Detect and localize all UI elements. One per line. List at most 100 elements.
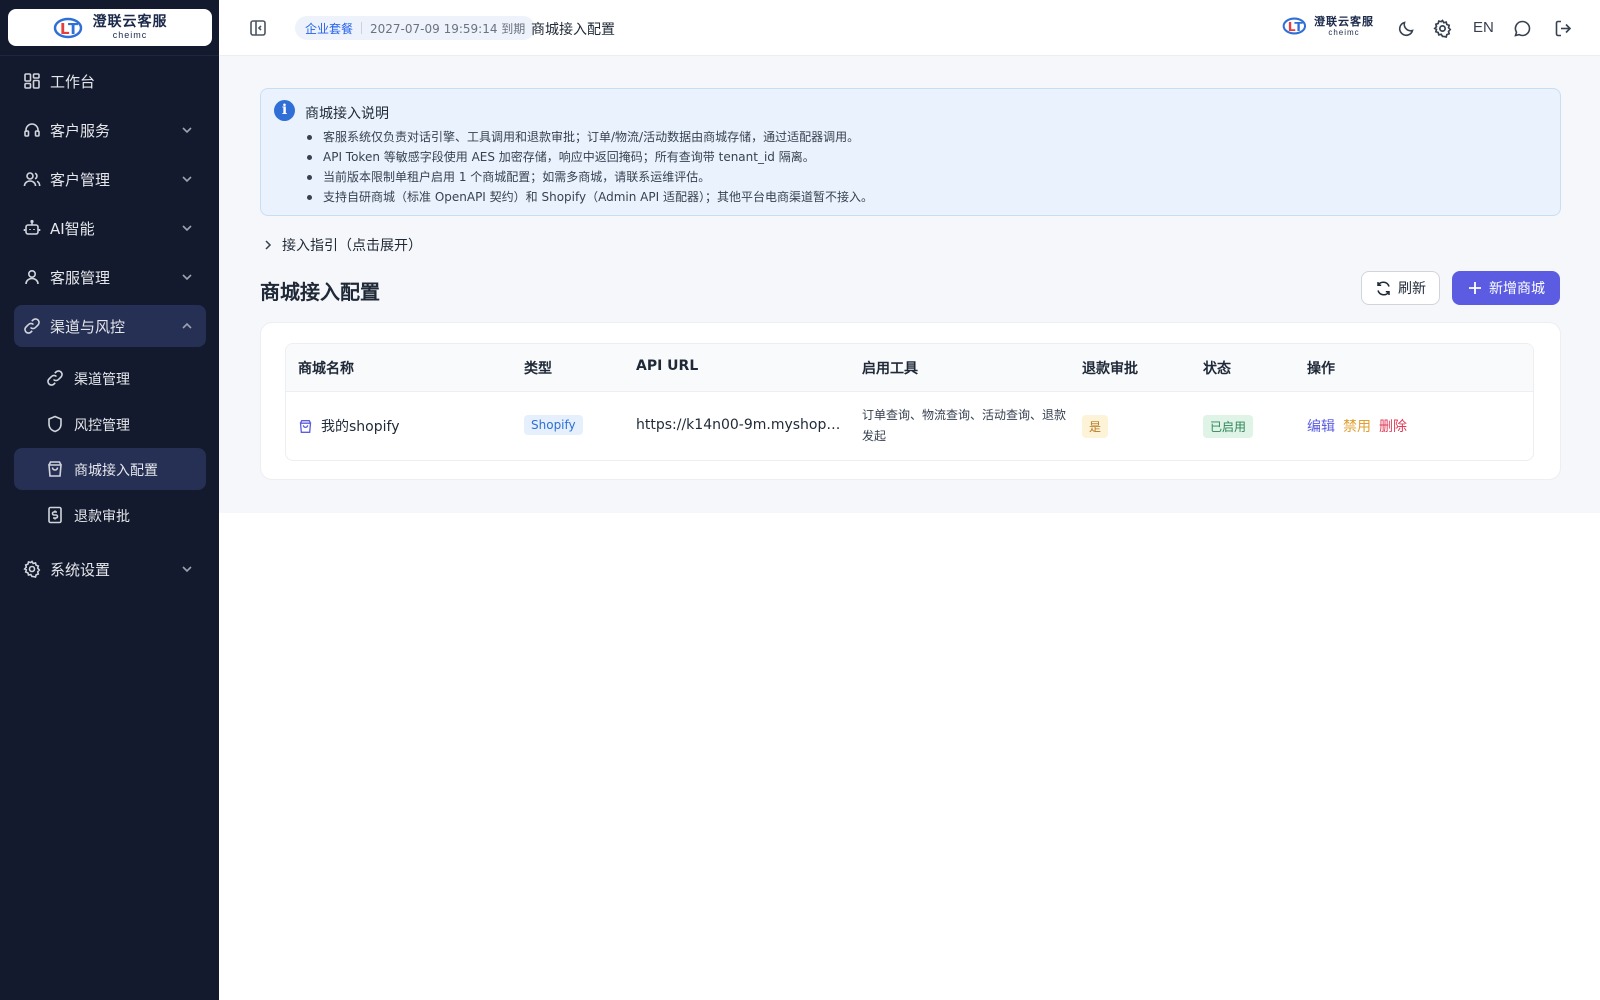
refresh-label: 刷新 [1398,281,1426,297]
alert-item: 支持自研商城（标准 OpenAPI 契约）和 Shopify（Admin API… [307,187,873,207]
sidebar-collapse-icon[interactable] [249,19,267,37]
gear-icon[interactable] [1433,19,1452,38]
alert-list: 客服系统仅负责对话引擎、工具调用和退款审批；订单/物流/活动数据由商城存储，通过… [307,127,873,207]
sidebar-item-label: 工作台 [50,73,96,91]
chevron-down-icon [182,566,192,573]
api-url: https://k14n00-9m.myshopify.com [636,417,841,433]
plan-divider [361,22,363,34]
table-row: 我的shopify Shopify https://k14n00-9m.mysh… [286,392,1533,460]
alert-item: 客服系统仅负责对话引擎、工具调用和退款审批；订单/物流/活动数据由商城存储，通过… [307,127,873,147]
alert-title: 商城接入说明 [305,106,389,122]
chevron-down-icon [182,176,192,183]
breadcrumb: 商城接入配置 [531,22,615,38]
gear-icon [23,560,41,578]
svg-text:T: T [1294,20,1303,34]
moon-icon[interactable] [1397,19,1416,38]
column-header: 状态 [1203,361,1231,377]
sidebar-item-customer-management[interactable]: 客户管理 [14,158,206,200]
plus-icon [1469,282,1481,294]
sidebar-divider [0,55,219,56]
refresh-button[interactable]: 刷新 [1361,271,1440,305]
sidebar-subitem-risk[interactable]: 风控管理 [14,403,206,445]
brand-mark-icon: L T [1282,17,1307,35]
sidebar-item-label: 渠道与风控 [50,318,126,336]
delete-link[interactable]: 删除 [1379,416,1407,436]
mall-table: 商城名称 类型 API URL 启用工具 退款审批 状态 操作 我的shopif… [285,343,1534,461]
shield-icon [48,415,62,433]
sidebar-subitem-mall-config[interactable]: 商城接入配置 [14,448,206,490]
svg-text:T: T [68,20,79,38]
sidebar-item-agent-management[interactable]: 客服管理 [14,256,206,298]
header-brand-logo: L T 澄联云客服 cheimc [1282,15,1374,37]
brand-name: 澄联云客服 [1314,14,1374,28]
sidebar-item-ai[interactable]: AI智能 [14,207,206,249]
sidebar-item-settings[interactable]: 系统设置 [14,548,206,590]
chat-bubble-icon[interactable] [1513,19,1532,38]
page-title: 商城接入配置 [260,280,380,304]
info-alert: i 商城接入说明 客服系统仅负责对话引擎、工具调用和退款审批；订单/物流/活动数… [260,88,1561,216]
chevron-down-icon [182,127,192,134]
table-header: 商城名称 类型 API URL 启用工具 退款审批 状态 操作 [286,344,1533,392]
chevron-down-icon [182,274,192,281]
brand-name-en: cheimc [112,30,148,40]
refund-approval-tag: 是 [1082,415,1109,438]
sidebar-subitem-label: 退款审批 [74,509,130,525]
alert-item: 当前版本限制单租户启用 1 个商城配置；如需多商城，请联系运维评估。 [307,167,873,187]
shopping-bag-icon [48,461,62,477]
headset-icon [24,123,40,137]
dashboard-icon [24,73,40,89]
chevron-down-icon [182,225,192,232]
logout-icon[interactable] [1554,19,1573,38]
language-toggle[interactable]: EN [1473,19,1494,36]
info-icon: i [274,100,295,121]
link-icon [47,370,63,386]
sidebar-subitem-label: 渠道管理 [74,372,130,388]
sidebar-item-label: 客服管理 [50,269,111,287]
edit-link[interactable]: 编辑 [1307,416,1335,436]
sidebar-subitem-label: 商城接入配置 [74,463,158,479]
plan-expire: 2027-07-09 19:59:14 到期 [370,21,526,36]
user-icon [25,269,39,285]
chevron-up-icon [182,322,192,329]
column-header: 启用工具 [862,361,918,377]
type-tag: Shopify [524,415,583,435]
plan-badge: 企业套餐 2027-07-09 19:59:14 到期 [295,16,536,40]
chevron-right-icon [265,240,272,250]
mall-name: 我的shopify [321,419,400,435]
shopping-bag-icon [299,419,312,433]
brand-name-en: cheimc [1328,27,1360,37]
column-header: 操作 [1307,361,1335,377]
users-icon [23,172,41,187]
refresh-icon [1377,280,1390,296]
status-badge: 已启用 [1203,415,1254,438]
sidebar: L T 澄联云客服 cheimc 工作台 客户服务 客户管理 AI智能 客服管理… [0,0,219,1000]
link-icon [24,318,40,334]
guide-collapse-toggle[interactable]: 接入指引（点击展开） [262,235,422,255]
alert-item: API Token 等敏感字段使用 AES 加密存储，响应中返回掩码；所有查询带… [307,147,873,167]
column-header: 退款审批 [1082,361,1138,377]
sidebar-subitem-channels[interactable]: 渠道管理 [14,357,206,399]
enabled-tools: 订单查询、物流查询、活动查询、退款发起 [862,408,1067,443]
brand-logo[interactable]: L T 澄联云客服 cheimc [8,9,212,46]
top-header: 企业套餐 2027-07-09 19:59:14 到期 商城接入配置 L T 澄… [219,0,1600,56]
add-mall-button[interactable]: 新增商城 [1452,271,1560,305]
row-actions: 编辑 禁用 删除 [1307,416,1407,436]
brand-name: 澄联云客服 [92,14,168,30]
column-header: API URL [636,358,699,374]
sidebar-item-label: AI智能 [50,220,95,238]
disable-link[interactable]: 禁用 [1343,416,1371,436]
sidebar-item-label: 客户管理 [50,171,111,189]
bot-icon [23,219,41,235]
sidebar-subitem-label: 风控管理 [74,418,130,434]
sidebar-subitem-refund[interactable]: 退款审批 [14,494,206,536]
mall-name-cell: 我的shopify [298,416,399,436]
sidebar-item-channels-risk[interactable]: 渠道与风控 [14,305,206,347]
sidebar-item-workbench[interactable]: 工作台 [14,60,206,102]
plan-name: 企业套餐 [305,21,354,36]
brand-mark-icon: L T [53,17,82,38]
sidebar-item-label: 客户服务 [50,122,111,140]
column-header: 商城名称 [298,361,354,377]
sidebar-item-customer-service[interactable]: 客户服务 [14,109,206,151]
column-header: 类型 [524,361,552,377]
sidebar-item-label: 系统设置 [50,561,111,579]
